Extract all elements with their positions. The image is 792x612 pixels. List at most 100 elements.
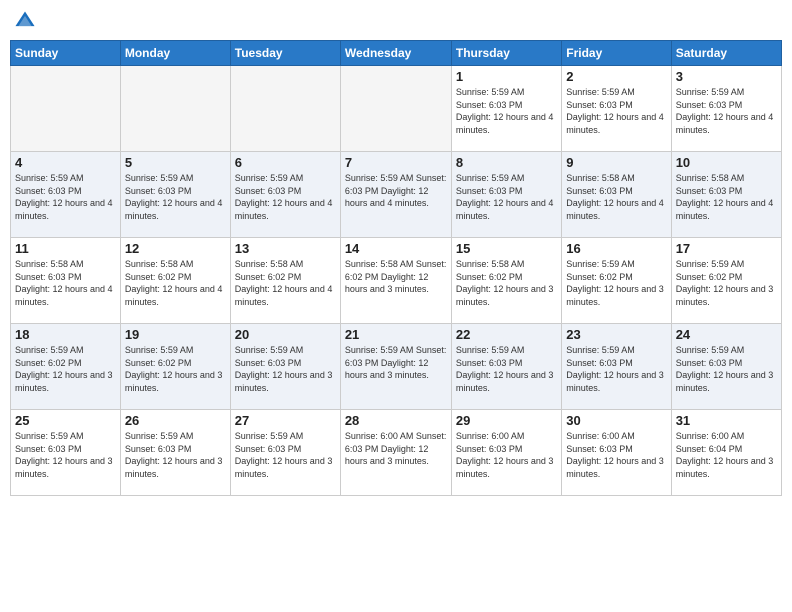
day-cell: 26 Sunrise: 5:59 AM Sunset: 6:03 PM Dayli… <box>120 410 230 496</box>
day-cell <box>230 66 340 152</box>
day-cell: 24Sunrise: 5:59 AM Sunset: 6:03 PM Dayli… <box>671 324 781 410</box>
day-info: Sunrise: 5:59 AM Sunset: 6:03 PM Dayligh… <box>676 344 777 394</box>
day-cell: 16Sunrise: 5:59 AM Sunset: 6:02 PM Dayli… <box>562 238 671 324</box>
day-number: 9 <box>566 155 666 170</box>
weekday-header-wednesday: Wednesday <box>340 41 451 66</box>
day-number: 23 <box>566 327 666 342</box>
day-cell: 13Sunrise: 5:58 AM Sunset: 6:02 PM Dayli… <box>230 238 340 324</box>
day-number: 27 <box>235 413 336 428</box>
day-info: Sunrise: 5:59 AM Sunset: 6:03 PM Dayligh… <box>345 172 447 210</box>
day-cell: 29 Sunrise: 6:00 AM Sunset: 6:03 PM Dayli… <box>451 410 561 496</box>
day-info: Sunrise: 5:59 AM Sunset: 6:03 PM Dayligh… <box>15 172 116 222</box>
day-number: 25 <box>15 413 116 428</box>
day-cell: 12 Sunrise: 5:58 AM Sunset: 6:02 PM Dayli… <box>120 238 230 324</box>
day-cell: 30 Sunrise: 6:00 AM Sunset: 6:03 PM Dayli… <box>562 410 671 496</box>
day-cell: 2 Sunrise: 5:59 AM Sunset: 6:03 PM Daylig… <box>562 66 671 152</box>
day-cell: 7 Sunrise: 5:59 AM Sunset: 6:03 PM Daylig… <box>340 152 451 238</box>
day-number: 2 <box>566 69 666 84</box>
day-cell: 4 Sunrise: 5:59 AM Sunset: 6:03 PM Daylig… <box>11 152 121 238</box>
day-info: Sunrise: 5:59 AM Sunset: 6:03 PM Dayligh… <box>15 430 116 480</box>
day-info: Sunrise: 5:59 AM Sunset: 6:03 PM Dayligh… <box>456 86 557 136</box>
day-number: 29 <box>456 413 557 428</box>
day-cell: 23 Sunrise: 5:59 AM Sunset: 6:03 PM Dayli… <box>562 324 671 410</box>
week-row-5: 25 Sunrise: 5:59 AM Sunset: 6:03 PM Dayli… <box>11 410 782 496</box>
day-info: Sunrise: 5:59 AM Sunset: 6:02 PM Dayligh… <box>676 258 777 308</box>
day-cell: 10 Sunrise: 5:58 AM Sunset: 6:03 PM Dayli… <box>671 152 781 238</box>
day-info: Sunrise: 5:58 AM Sunset: 6:02 PM Dayligh… <box>235 258 336 308</box>
day-cell: 17 Sunrise: 5:59 AM Sunset: 6:02 PM Dayli… <box>671 238 781 324</box>
day-number: 1 <box>456 69 557 84</box>
page-header <box>10 10 782 32</box>
day-cell: 31 Sunrise: 6:00 AM Sunset: 6:04 PM Dayli… <box>671 410 781 496</box>
week-row-1: 1 Sunrise: 5:59 AM Sunset: 6:03 PM Daylig… <box>11 66 782 152</box>
day-number: 3 <box>676 69 777 84</box>
weekday-header-saturday: Saturday <box>671 41 781 66</box>
day-number: 18 <box>15 327 116 342</box>
day-info: Sunrise: 5:59 AM Sunset: 6:03 PM Dayligh… <box>566 344 666 394</box>
day-info: Sunrise: 5:59 AM Sunset: 6:03 PM Dayligh… <box>566 86 666 136</box>
day-number: 20 <box>235 327 336 342</box>
day-info: Sunrise: 5:59 AM Sunset: 6:03 PM Dayligh… <box>125 430 226 480</box>
day-info: Sunrise: 5:58 AM Sunset: 6:03 PM Dayligh… <box>15 258 116 308</box>
day-cell: 3 Sunrise: 5:59 AM Sunset: 6:03 PM Daylig… <box>671 66 781 152</box>
day-info: Sunrise: 5:58 AM Sunset: 6:03 PM Dayligh… <box>676 172 777 222</box>
day-info: Sunrise: 5:58 AM Sunset: 6:02 PM Dayligh… <box>125 258 226 308</box>
day-cell: 27 Sunrise: 5:59 AM Sunset: 6:03 PM Dayli… <box>230 410 340 496</box>
day-info: Sunrise: 5:59 AM Sunset: 6:03 PM Dayligh… <box>235 172 336 222</box>
weekday-header-friday: Friday <box>562 41 671 66</box>
day-cell: 6 Sunrise: 5:59 AM Sunset: 6:03 PM Daylig… <box>230 152 340 238</box>
day-number: 14 <box>345 241 447 256</box>
day-cell: 28 Sunrise: 6:00 AM Sunset: 6:03 PM Dayli… <box>340 410 451 496</box>
day-info: Sunrise: 6:00 AM Sunset: 6:03 PM Dayligh… <box>566 430 666 480</box>
day-cell: 9 Sunrise: 5:58 AM Sunset: 6:03 PM Daylig… <box>562 152 671 238</box>
logo-icon <box>14 10 36 32</box>
day-info: Sunrise: 5:58 AM Sunset: 6:02 PM Dayligh… <box>456 258 557 308</box>
day-info: Sunrise: 6:00 AM Sunset: 6:03 PM Dayligh… <box>456 430 557 480</box>
day-info: Sunrise: 6:00 AM Sunset: 6:03 PM Dayligh… <box>345 430 447 468</box>
day-number: 4 <box>15 155 116 170</box>
day-info: Sunrise: 5:59 AM Sunset: 6:03 PM Dayligh… <box>676 86 777 136</box>
weekday-header-sunday: Sunday <box>11 41 121 66</box>
day-cell: 21Sunrise: 5:59 AM Sunset: 6:03 PM Dayli… <box>340 324 451 410</box>
weekday-header-row: SundayMondayTuesdayWednesdayThursdayFrid… <box>11 41 782 66</box>
week-row-2: 4 Sunrise: 5:59 AM Sunset: 6:03 PM Daylig… <box>11 152 782 238</box>
day-number: 6 <box>235 155 336 170</box>
calendar-table: SundayMondayTuesdayWednesdayThursdayFrid… <box>10 40 782 496</box>
day-info: Sunrise: 5:59 AM Sunset: 6:02 PM Dayligh… <box>566 258 666 308</box>
day-cell: 11 Sunrise: 5:58 AM Sunset: 6:03 PM Dayli… <box>11 238 121 324</box>
day-cell: 19Sunrise: 5:59 AM Sunset: 6:02 PM Dayli… <box>120 324 230 410</box>
day-cell: 5 Sunrise: 5:59 AM Sunset: 6:03 PM Daylig… <box>120 152 230 238</box>
day-number: 26 <box>125 413 226 428</box>
logo <box>14 10 38 32</box>
day-info: Sunrise: 5:59 AM Sunset: 6:03 PM Dayligh… <box>235 430 336 480</box>
day-info: Sunrise: 5:59 AM Sunset: 6:03 PM Dayligh… <box>125 172 226 222</box>
weekday-header-tuesday: Tuesday <box>230 41 340 66</box>
day-info: Sunrise: 5:59 AM Sunset: 6:03 PM Dayligh… <box>456 172 557 222</box>
day-number: 31 <box>676 413 777 428</box>
day-cell <box>11 66 121 152</box>
day-info: Sunrise: 6:00 AM Sunset: 6:04 PM Dayligh… <box>676 430 777 480</box>
day-number: 12 <box>125 241 226 256</box>
day-number: 10 <box>676 155 777 170</box>
day-number: 30 <box>566 413 666 428</box>
day-cell <box>120 66 230 152</box>
day-info: Sunrise: 5:59 AM Sunset: 6:03 PM Dayligh… <box>456 344 557 394</box>
week-row-3: 11 Sunrise: 5:58 AM Sunset: 6:03 PM Dayli… <box>11 238 782 324</box>
day-number: 22 <box>456 327 557 342</box>
day-info: Sunrise: 5:59 AM Sunset: 6:03 PM Dayligh… <box>345 344 447 382</box>
day-number: 11 <box>15 241 116 256</box>
day-cell: 25 Sunrise: 5:59 AM Sunset: 6:03 PM Dayli… <box>11 410 121 496</box>
day-info: Sunrise: 5:59 AM Sunset: 6:02 PM Dayligh… <box>125 344 226 394</box>
day-info: Sunrise: 5:59 AM Sunset: 6:03 PM Dayligh… <box>235 344 336 394</box>
day-cell <box>340 66 451 152</box>
day-number: 8 <box>456 155 557 170</box>
day-number: 15 <box>456 241 557 256</box>
day-number: 7 <box>345 155 447 170</box>
day-number: 28 <box>345 413 447 428</box>
day-cell: 20 Sunrise: 5:59 AM Sunset: 6:03 PM Dayli… <box>230 324 340 410</box>
day-cell: 1 Sunrise: 5:59 AM Sunset: 6:03 PM Daylig… <box>451 66 561 152</box>
day-number: 17 <box>676 241 777 256</box>
day-number: 5 <box>125 155 226 170</box>
day-info: Sunrise: 5:58 AM Sunset: 6:03 PM Dayligh… <box>566 172 666 222</box>
week-row-4: 18 Sunrise: 5:59 AM Sunset: 6:02 PM Dayli… <box>11 324 782 410</box>
